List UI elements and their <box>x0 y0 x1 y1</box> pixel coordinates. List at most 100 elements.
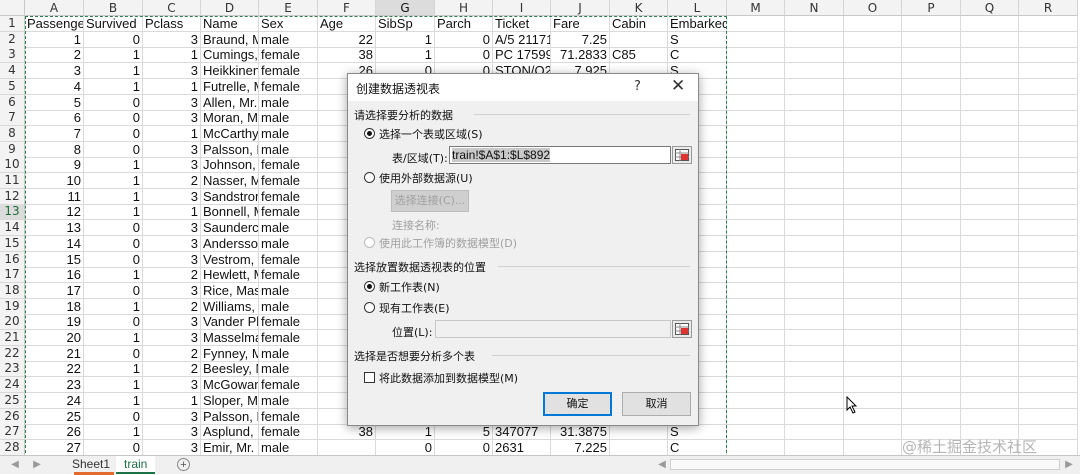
grid-cell[interactable]: 5 <box>435 424 493 441</box>
row-header[interactable]: 20 <box>0 314 25 331</box>
grid-cell[interactable] <box>844 282 902 299</box>
grid-cell[interactable]: S <box>668 31 727 48</box>
grid-cell[interactable]: 4 <box>25 78 84 95</box>
grid-cell[interactable]: 1 <box>84 63 143 80</box>
grid-cell[interactable]: 1 <box>143 125 201 142</box>
grid-cell[interactable]: male <box>259 94 318 111</box>
grid-cell[interactable]: 2 <box>25 47 84 64</box>
grid-cell[interactable]: 20 <box>25 330 84 346</box>
grid-cell[interactable]: 2 <box>143 173 201 189</box>
grid-cell[interactable] <box>610 439 668 456</box>
grid-cell[interactable]: 0 <box>435 31 493 48</box>
grid-cell[interactable] <box>1019 392 1078 409</box>
grid-cell[interactable]: Ticket <box>493 16 551 32</box>
location-picker-button[interactable] <box>672 320 692 338</box>
grid-cell[interactable] <box>727 330 785 346</box>
grid-cell[interactable] <box>961 94 1019 111</box>
grid-cell[interactable]: Cumings, M <box>201 47 259 64</box>
grid-cell[interactable]: 1 <box>84 267 143 284</box>
grid-cell[interactable]: 27 <box>25 439 84 456</box>
grid-cell[interactable]: Sandstrom <box>201 188 259 205</box>
grid-cell[interactable]: 3 <box>143 377 201 394</box>
grid-cell[interactable]: 1 <box>84 188 143 205</box>
grid-cell[interactable] <box>844 94 902 111</box>
grid-cell[interactable]: female <box>259 204 318 221</box>
grid-cell[interactable]: McCarthy, <box>201 125 259 142</box>
grid-cell[interactable]: PC 17599 <box>493 47 551 64</box>
grid-cell[interactable]: 0 <box>376 439 435 456</box>
grid-cell[interactable]: 7.225 <box>551 439 610 456</box>
grid-cell[interactable] <box>785 157 844 174</box>
grid-cell[interactable]: Williams, M <box>201 298 259 315</box>
grid-cell[interactable]: 2 <box>143 298 201 315</box>
grid-cell[interactable]: Sex <box>259 16 318 32</box>
grid-cell[interactable] <box>844 377 902 394</box>
grid-cell[interactable] <box>961 330 1019 346</box>
grid-cell[interactable] <box>1019 78 1078 95</box>
grid-cell[interactable]: Survived <box>84 16 143 32</box>
grid-cell[interactable] <box>902 204 961 221</box>
grid-cell[interactable] <box>727 188 785 205</box>
grid-cell[interactable]: 1 <box>376 31 435 48</box>
column-header[interactable]: I <box>493 0 551 16</box>
close-icon[interactable]: ✕ <box>671 76 685 96</box>
grid-cell[interactable]: 3 <box>143 282 201 299</box>
grid-cell[interactable] <box>844 345 902 362</box>
grid-cell[interactable] <box>785 330 844 346</box>
grid-cell[interactable] <box>844 31 902 48</box>
location-input[interactable] <box>435 320 671 338</box>
grid-cell[interactable]: 3 <box>143 439 201 456</box>
row-header[interactable]: 10 <box>0 157 25 174</box>
grid-cell[interactable]: 0 <box>84 31 143 48</box>
grid-cell[interactable] <box>844 314 902 331</box>
grid-cell[interactable] <box>844 47 902 64</box>
grid-cell[interactable]: female <box>259 173 318 189</box>
column-header[interactable]: B <box>84 0 143 16</box>
grid-cell[interactable] <box>844 204 902 221</box>
grid-cell[interactable]: 22 <box>25 361 84 378</box>
grid-cell[interactable]: 22 <box>318 31 376 48</box>
cancel-button[interactable]: 取消 <box>622 392 691 416</box>
grid-cell[interactable]: 1 <box>143 78 201 95</box>
grid-cell[interactable] <box>727 47 785 64</box>
grid-cell[interactable] <box>785 16 844 32</box>
row-header[interactable]: 12 <box>0 188 25 205</box>
next-sheet-icon[interactable]: ▶ <box>30 458 44 472</box>
grid-cell[interactable]: 3 <box>143 94 201 111</box>
grid-cell[interactable] <box>902 47 961 64</box>
grid-cell[interactable] <box>961 31 1019 48</box>
grid-cell[interactable]: 15 <box>25 251 84 268</box>
grid-cell[interactable] <box>961 47 1019 64</box>
radio-new-sheet[interactable] <box>364 281 375 292</box>
row-header[interactable]: 1 <box>0 16 25 32</box>
grid-cell[interactable] <box>785 94 844 111</box>
grid-cell[interactable] <box>727 63 785 80</box>
grid-cell[interactable] <box>961 282 1019 299</box>
grid-cell[interactable] <box>961 188 1019 205</box>
column-header[interactable]: D <box>201 0 259 16</box>
grid-cell[interactable]: 2 <box>143 345 201 362</box>
grid-cell[interactable]: Name <box>201 16 259 32</box>
grid-cell[interactable]: female <box>259 251 318 268</box>
grid-cell[interactable]: 5 <box>25 94 84 111</box>
range-picker-button[interactable] <box>672 146 692 164</box>
grid-cell[interactable]: 6 <box>25 110 84 127</box>
grid-cell[interactable] <box>1019 16 1078 32</box>
grid-cell[interactable]: male <box>259 439 318 456</box>
grid-cell[interactable] <box>1019 377 1078 394</box>
grid-cell[interactable]: 0 <box>84 439 143 456</box>
row-header[interactable]: 26 <box>0 408 25 425</box>
grid-cell[interactable]: Moran, Mr <box>201 110 259 127</box>
grid-cell[interactable]: male <box>259 125 318 142</box>
grid-cell[interactable] <box>961 377 1019 394</box>
grid-cell[interactable] <box>727 204 785 221</box>
grid-cell[interactable]: 31.3875 <box>551 424 610 441</box>
grid-cell[interactable] <box>785 377 844 394</box>
grid-cell[interactable] <box>844 173 902 189</box>
grid-cell[interactable] <box>961 204 1019 221</box>
grid-cell[interactable]: Parch <box>435 16 493 32</box>
row-header[interactable]: 9 <box>0 141 25 158</box>
grid-cell[interactable] <box>961 345 1019 362</box>
grid-cell[interactable] <box>727 282 785 299</box>
grid-cell[interactable] <box>1019 157 1078 174</box>
